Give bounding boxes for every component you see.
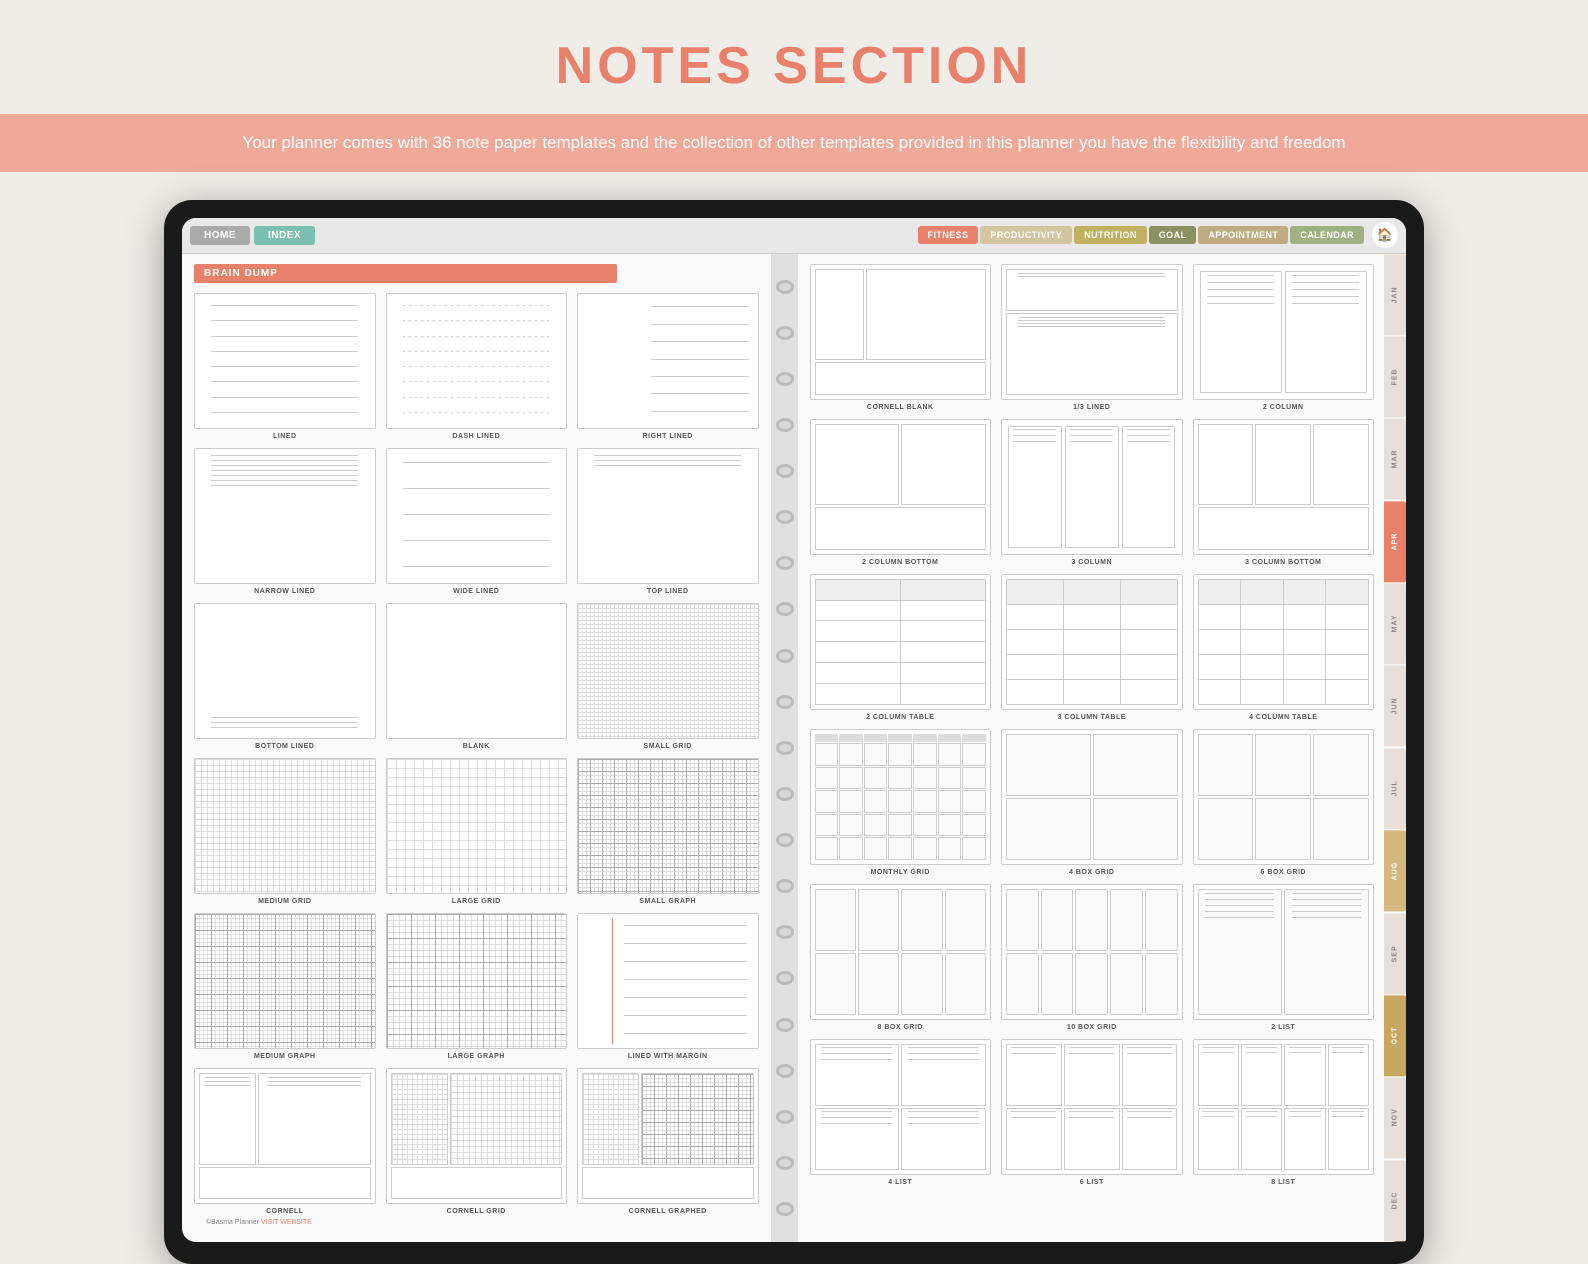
home-button[interactable]: HOME	[190, 226, 250, 245]
appointment-tab[interactable]: APPOINTMENT	[1198, 226, 1288, 244]
month-tab-oct[interactable]: OCT	[1384, 995, 1406, 1076]
spiral-ring	[776, 280, 794, 294]
template-three-column-table[interactable]: 3 COLUMN TABLE	[1001, 574, 1183, 721]
visit-website-link[interactable]: VISIT WEBSITE	[261, 1219, 312, 1226]
template-medium-graph[interactable]: MEDIUM GRAPH	[194, 913, 376, 1060]
subtitle-text: Your planner comes with 36 note paper te…	[242, 133, 1345, 152]
content-area: BRAIN DUMP LINED	[182, 254, 1406, 1243]
tablet-frame: HOME INDEX FITNESS PRODUCTIVITY NUTRITIO…	[164, 200, 1424, 1264]
template-cornell-graphed[interactable]: CORNELL GRAPHED	[577, 1068, 759, 1215]
month-tab-dec[interactable]: DEC	[1384, 1160, 1406, 1241]
template-ten-box-grid[interactable]: 10 BOX GRID	[1001, 884, 1183, 1031]
template-blank[interactable]: BLANK	[386, 603, 568, 750]
index-button[interactable]: INDEX	[254, 226, 315, 245]
template-three-column-bottom[interactable]: 3 COLUMN BOTTOM	[1193, 419, 1375, 566]
template-narrow-lined[interactable]: NARROW LINED	[194, 448, 376, 595]
month-tab-jul[interactable]: JUL	[1384, 748, 1406, 829]
month-tabs: JAN FEB MAR APR MAY JUN JUL AUG SEP OCT …	[1384, 254, 1406, 1243]
month-tab-sep[interactable]: SEP	[1384, 913, 1406, 994]
template-two-column-bottom[interactable]: 2 COLUMN BOTTOM	[810, 419, 992, 566]
month-tab-mar[interactable]: MAR	[1384, 418, 1406, 499]
subtitle-banner: Your planner comes with 36 note paper te…	[0, 114, 1588, 172]
nutrition-tab[interactable]: NUTRITION	[1074, 226, 1147, 244]
month-tab-jun[interactable]: JUN	[1384, 665, 1406, 746]
template-small-grid[interactable]: SMALL GRID	[577, 603, 759, 750]
template-six-box-grid[interactable]: 6 BOX GRID	[1193, 729, 1375, 876]
template-large-graph[interactable]: LARGE GRAPH	[386, 913, 568, 1060]
template-small-graph[interactable]: SMALL GRAPH	[577, 758, 759, 905]
category-tabs: FITNESS PRODUCTIVITY NUTRITION GOAL APPO…	[918, 222, 1398, 248]
template-large-grid[interactable]: LARGE GRID	[386, 758, 568, 905]
template-cornell[interactable]: CORNELL	[194, 1068, 376, 1215]
template-dash-lined[interactable]: DASH LINED	[386, 293, 568, 440]
template-medium-grid[interactable]: MEDIUM GRID	[194, 758, 376, 905]
template-three-column[interactable]: 3 COLUMN	[1001, 419, 1183, 566]
right-page: CORNELL BLANK	[798, 254, 1407, 1243]
template-two-column-table[interactable]: 2 COLUMN TABLE	[810, 574, 992, 721]
goal-tab[interactable]: GOAL	[1149, 226, 1197, 244]
template-eight-box-grid[interactable]: 8 BOX GRID	[810, 884, 992, 1031]
spiral-binding	[772, 254, 798, 1243]
month-tab-nov[interactable]: NOV	[1384, 1077, 1406, 1158]
top-navigation: HOME INDEX FITNESS PRODUCTIVITY NUTRITIO…	[182, 218, 1406, 254]
month-tab-jan[interactable]: JAN	[1384, 254, 1406, 335]
template-monthly-grid[interactable]: MONTHLY GRID	[810, 729, 992, 876]
right-template-grid: CORNELL BLANK	[810, 264, 1375, 1187]
left-template-grid: LINED DASH LINED	[194, 293, 759, 1216]
template-four-box-grid[interactable]: 4 BOX GRID	[1001, 729, 1183, 876]
footer-note: ©Basma Planner VISIT WEBSITE	[194, 1215, 759, 1230]
template-one-third-lined[interactable]: 1/3 LINED	[1001, 264, 1183, 411]
cornell-label: CORNELL	[266, 1208, 303, 1215]
template-top-lined[interactable]: TOP LINED	[577, 448, 759, 595]
brain-dump-header: BRAIN DUMP	[194, 264, 617, 283]
template-four-column-table[interactable]: 4 COLUMN TABLE	[1193, 574, 1375, 721]
template-bottom-lined[interactable]: BOTTOM LINED	[194, 603, 376, 750]
page-title: NOTES SECTION	[556, 36, 1033, 96]
month-tab-may[interactable]: MAY	[1384, 583, 1406, 664]
template-two-list[interactable]: 2 LIST	[1193, 884, 1375, 1031]
calendar-tab[interactable]: CALENDAR	[1290, 226, 1364, 244]
productivity-tab[interactable]: PRODUCTIVITY	[980, 226, 1072, 244]
fitness-tab[interactable]: FITNESS	[918, 226, 979, 244]
template-lined[interactable]: LINED	[194, 293, 376, 440]
template-eight-list[interactable]: 8 LIST	[1193, 1039, 1375, 1186]
template-four-list[interactable]: 4 LIST	[810, 1039, 992, 1186]
template-wide-lined[interactable]: WIDE LINED	[386, 448, 568, 595]
template-cornell-grid[interactable]: CORNELL GRID	[386, 1068, 568, 1215]
tablet-screen: HOME INDEX FITNESS PRODUCTIVITY NUTRITIO…	[182, 218, 1406, 1243]
month-tab-aug[interactable]: AUG	[1384, 830, 1406, 911]
left-page: BRAIN DUMP LINED	[182, 254, 772, 1243]
template-lined-margin[interactable]: LINED WITH MARGIN	[577, 913, 759, 1060]
template-six-list[interactable]: 6 LIST	[1001, 1039, 1183, 1186]
month-tab-apr[interactable]: APR	[1384, 501, 1406, 582]
home-icon[interactable]: 🏠	[1372, 222, 1398, 248]
template-right-lined[interactable]: RIGHT LINED	[577, 293, 759, 440]
month-tab-feb[interactable]: FEB	[1384, 336, 1406, 417]
template-cornell-blank[interactable]: CORNELL BLANK	[810, 264, 992, 411]
template-two-column[interactable]: 2 COLUMN	[1193, 264, 1375, 411]
